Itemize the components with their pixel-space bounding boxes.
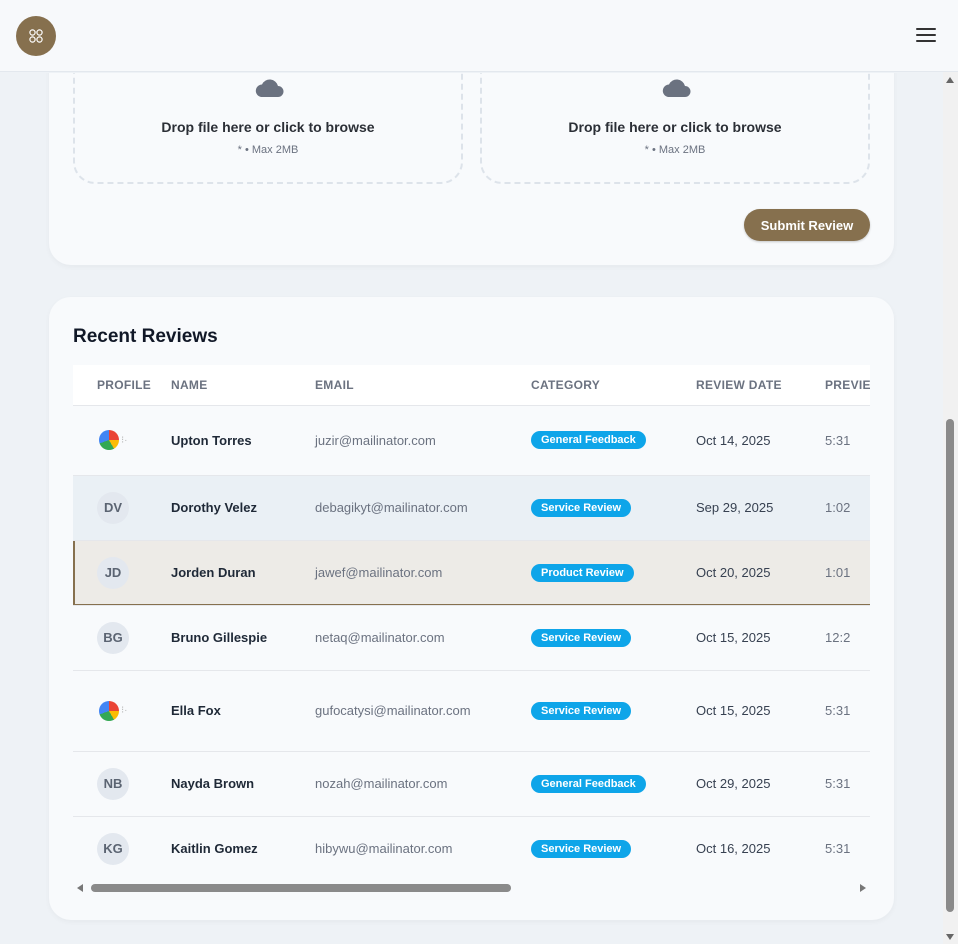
reviewer-email: netaq@mailinator.com bbox=[315, 605, 531, 671]
review-date: Oct 20, 2025 bbox=[696, 540, 825, 606]
reviews-table-container[interactable]: PROFILE NAME EMAIL CATEGORY REVIEW DATE … bbox=[73, 365, 870, 877]
column-header-name[interactable]: NAME bbox=[171, 365, 315, 406]
avatar: DV bbox=[97, 491, 129, 524]
profile-image bbox=[99, 700, 119, 721]
cloud-icon bbox=[662, 79, 691, 97]
scroll-left-arrow-icon[interactable] bbox=[77, 884, 83, 892]
table-row[interactable]: DV Dorothy Velez debagikyt@mailinator.co… bbox=[73, 475, 870, 541]
dropzone-hint: * • Max 2MB bbox=[644, 144, 706, 156]
table-row[interactable]: KG Kaitlin Gomez hibywu@mailinator.com S… bbox=[73, 816, 870, 877]
avatar: BG bbox=[97, 621, 129, 654]
review-date: Oct 15, 2025 bbox=[696, 605, 825, 671]
reviewer-email: debagikyt@mailinator.com bbox=[315, 475, 531, 541]
review-preview: 5:31 bbox=[825, 816, 870, 877]
review-date: Oct 15, 2025 bbox=[696, 670, 825, 752]
review-preview: 5:31 bbox=[825, 670, 870, 752]
reviewer-name: Bruno Gillespie bbox=[171, 605, 315, 671]
avatar: NB bbox=[97, 767, 129, 800]
avatar: KG bbox=[97, 832, 129, 865]
review-date: Oct 29, 2025 bbox=[696, 751, 825, 817]
top-bar bbox=[0, 0, 958, 72]
recent-reviews-card: Recent Reviews PROFILE NAME EMAIL CATEGO… bbox=[49, 297, 894, 920]
review-date: Sep 29, 2025 bbox=[696, 475, 825, 541]
upload-card: Drop file here or click to browse * • Ma… bbox=[49, 73, 894, 265]
file-dropzone-1[interactable]: Drop file here or click to browse * • Ma… bbox=[73, 73, 463, 184]
file-dropzone-2[interactable]: Drop file here or click to browse * • Ma… bbox=[480, 73, 870, 184]
review-preview: 1:02 bbox=[825, 475, 870, 541]
reviewer-name: Dorothy Velez bbox=[171, 475, 315, 541]
category-badge: Service Review bbox=[531, 839, 632, 858]
cloud-icon bbox=[255, 79, 284, 97]
reviewer-name: Ella Fox bbox=[171, 670, 315, 752]
column-header-category[interactable]: CATEGORY bbox=[531, 365, 696, 406]
table-row[interactable]: NB Nayda Brown nozah@mailinator.com Gene… bbox=[73, 751, 870, 817]
category-badge: Service Review bbox=[531, 628, 632, 647]
reviewer-name: Kaitlin Gomez bbox=[171, 816, 315, 877]
reviewer-name: Upton Torres bbox=[171, 405, 315, 476]
submit-review-button[interactable]: Submit Review bbox=[744, 209, 870, 241]
horizontal-scrollbar[interactable] bbox=[73, 881, 870, 895]
scroll-right-arrow-icon[interactable] bbox=[860, 884, 866, 892]
main-content: Drop file here or click to browse * • Ma… bbox=[0, 73, 943, 944]
column-header-email[interactable]: EMAIL bbox=[315, 365, 531, 406]
column-header-profile[interactable]: PROFILE bbox=[73, 365, 171, 406]
vertical-scroll-thumb[interactable] bbox=[946, 419, 954, 912]
dropzone-hint: * • Max 2MB bbox=[237, 144, 299, 156]
table-header-row: PROFILE NAME EMAIL CATEGORY REVIEW DATE … bbox=[73, 365, 870, 406]
review-preview: 5:31 bbox=[825, 405, 870, 476]
vertical-scrollbar[interactable] bbox=[943, 72, 958, 944]
table-row[interactable]: ⁝· Ella Fox gufocatysi@mailinator.com Se… bbox=[73, 670, 870, 752]
section-title: Recent Reviews bbox=[73, 326, 218, 347]
scroll-up-arrow-icon[interactable] bbox=[946, 77, 954, 83]
dropzone-title: Drop file here or click to browse bbox=[161, 119, 375, 135]
reviewer-email: gufocatysi@mailinator.com bbox=[315, 670, 531, 752]
reviewer-name: Jorden Duran bbox=[171, 540, 315, 606]
review-preview: 12:2 bbox=[825, 605, 870, 671]
category-badge: General Feedback bbox=[531, 774, 646, 793]
logo[interactable] bbox=[16, 16, 56, 56]
reviewer-name: Nayda Brown bbox=[171, 751, 315, 817]
reviewer-email: jawef@mailinator.com bbox=[315, 540, 531, 606]
horizontal-scroll-thumb[interactable] bbox=[91, 884, 511, 892]
category-badge: General Feedback bbox=[531, 431, 646, 449]
table-row[interactable]: ⁝· Upton Torres juzir@mailinator.com Gen… bbox=[73, 405, 870, 476]
reviews-table: PROFILE NAME EMAIL CATEGORY REVIEW DATE … bbox=[73, 365, 870, 877]
category-badge: Service Review bbox=[531, 701, 632, 720]
reviewer-email: nozah@mailinator.com bbox=[315, 751, 531, 817]
reviewer-email: hibywu@mailinator.com bbox=[315, 816, 531, 877]
avatar: JD bbox=[97, 556, 129, 589]
category-badge: Product Review bbox=[531, 563, 634, 582]
review-date: Oct 16, 2025 bbox=[696, 816, 825, 877]
reviewer-email: juzir@mailinator.com bbox=[315, 405, 531, 476]
table-row-selected[interactable]: JD Jorden Duran jawef@mailinator.com Pro… bbox=[73, 540, 870, 606]
column-header-preview[interactable]: PREVIEW bbox=[825, 365, 870, 406]
review-date: Oct 14, 2025 bbox=[696, 405, 825, 476]
scroll-down-arrow-icon[interactable] bbox=[946, 934, 954, 940]
column-header-review-date[interactable]: REVIEW DATE bbox=[696, 365, 825, 406]
dropzone-title: Drop file here or click to browse bbox=[568, 119, 782, 135]
category-badge: Service Review bbox=[531, 498, 632, 517]
hamburger-icon[interactable] bbox=[916, 28, 936, 44]
table-row[interactable]: BG Bruno Gillespie netaq@mailinator.com … bbox=[73, 605, 870, 671]
review-preview: 1:01 bbox=[825, 540, 870, 606]
grid-icon bbox=[29, 29, 43, 43]
review-preview: 5:31 bbox=[825, 751, 870, 817]
profile-image bbox=[99, 430, 119, 450]
